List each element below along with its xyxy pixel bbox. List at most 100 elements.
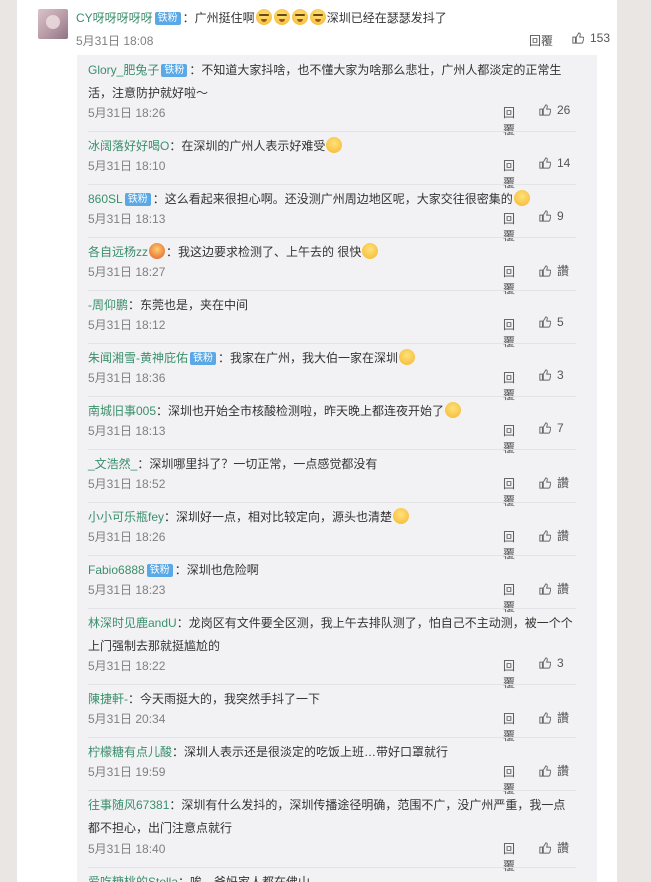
like-button[interactable]: 3 bbox=[539, 368, 564, 382]
reply-button[interactable]: 回覆 bbox=[503, 157, 519, 191]
like-button[interactable]: 讚 bbox=[539, 580, 569, 597]
heart-badge-icon bbox=[149, 243, 166, 259]
like-button[interactable]: 5 bbox=[539, 315, 564, 329]
reply-item: 南城旧事005：深圳也开始全市核酸检测啦，昨天晚上都连夜开始了 5月31日 18:… bbox=[88, 400, 576, 455]
thumbs-up-icon bbox=[539, 657, 551, 669]
reply-button[interactable]: 回覆 bbox=[503, 581, 519, 615]
like-count: 讚 bbox=[557, 264, 570, 278]
divider bbox=[88, 555, 576, 556]
thumbs-up-icon bbox=[539, 157, 551, 169]
like-count: 3 bbox=[557, 656, 564, 670]
divider bbox=[88, 502, 576, 503]
reply-button[interactable]: 回覆 bbox=[503, 210, 519, 244]
reply-user[interactable]: _文浩然_ bbox=[88, 457, 137, 471]
like-button[interactable]: 3 bbox=[539, 656, 564, 670]
like-button[interactable]: 7 bbox=[539, 421, 564, 435]
reply-user[interactable]: 860SL bbox=[88, 192, 123, 206]
reply-text-line: 各自远杨zz ：我这边要求检测了、上午去的 很快 bbox=[88, 241, 576, 264]
top-comment-user[interactable]: CY呀呀呀呀呀 bbox=[76, 11, 153, 25]
reply-user[interactable]: 小小可乐瓶fey bbox=[88, 510, 164, 524]
reply-text: ：我这边要求检测了、上午去的 很快 bbox=[166, 245, 362, 259]
reply-text: ：深圳哪里抖了？一切正常，一点感觉都没有 bbox=[137, 457, 378, 471]
reply-user[interactable]: 各自远杨zz bbox=[88, 245, 148, 259]
reply-button[interactable]: 回覆 bbox=[503, 475, 519, 509]
fan-badge: 铁粉 bbox=[154, 12, 181, 25]
reply-user[interactable]: 南城旧事005 bbox=[88, 404, 156, 418]
reply-user[interactable]: 柠檬糖有点儿酸 bbox=[88, 745, 172, 759]
divider bbox=[88, 343, 576, 344]
divider bbox=[88, 184, 576, 185]
fan-badge: 铁粉 bbox=[146, 564, 173, 577]
cry-emoji-icon bbox=[309, 9, 326, 25]
reply-user[interactable]: 爱吃糖桃的Stella bbox=[88, 875, 178, 882]
like-button[interactable]: 讚 bbox=[539, 474, 569, 491]
reply-user[interactable]: Fabio6888 bbox=[88, 563, 145, 577]
reply-text-line: 冰阔落好好喝O：在深圳的广州人表示好难受 bbox=[88, 135, 576, 158]
reply-time: 5月31日 18:52 bbox=[88, 477, 166, 491]
cry-emoji-icon bbox=[255, 9, 272, 25]
reply-button[interactable]: 回覆 bbox=[503, 422, 519, 456]
reply-button[interactable]: 回覆 bbox=[503, 316, 519, 350]
reply-text: ：深圳人表示还是很淡定的吃饭上班…带好口罩就行 bbox=[172, 745, 449, 759]
reply-text-line: 860SL 铁粉 ：这么看起来很担心啊。还没测广州周边地区呢，大家交往很密集的 bbox=[88, 188, 576, 211]
reply-user[interactable]: -周仰鹏 bbox=[88, 298, 128, 312]
like-button[interactable]: 讚 bbox=[539, 839, 569, 856]
reply-text: ：在深圳的广州人表示好难受 bbox=[169, 139, 326, 153]
reply-button[interactable]: 回覆 bbox=[503, 657, 519, 691]
reply-list: Glory_肥兔子 铁粉 ：不知道大家抖啥，也不懂大家为啥那么悲壮，广州人都淡定的正… bbox=[77, 55, 597, 882]
reply-button[interactable]: 回覆 bbox=[503, 840, 519, 874]
reply-button[interactable]: 回覆 bbox=[503, 763, 519, 797]
reply-time: 5月31日 19:59 bbox=[88, 765, 166, 779]
reply-user[interactable]: 林深时见鹿andU bbox=[88, 616, 177, 630]
like-count: 讚 bbox=[557, 711, 570, 725]
comment-card: CY呀呀呀呀呀 铁粉 ：广州挺住啊 深圳已经在瑟瑟发抖了 5月31日 18:08 回覆… bbox=[17, 0, 617, 882]
reply-button[interactable]: 回覆 bbox=[503, 263, 519, 297]
reply-button[interactable]: 回覆 bbox=[503, 528, 519, 562]
reply-item: _文浩然_：深圳哪里抖了？一切正常，一点感觉都没有 5月31日 18:52 回覆 讚 bbox=[88, 453, 576, 508]
reply-button[interactable]: 回覆 bbox=[503, 104, 519, 138]
reply-text: ：这么看起来很担心啊。还没测广州周边地区呢，大家交往很密集的 bbox=[152, 192, 513, 206]
thumbs-up-icon bbox=[539, 210, 551, 222]
reply-user[interactable]: 冰阔落好好喝O bbox=[88, 139, 169, 153]
avatar[interactable] bbox=[38, 9, 68, 39]
reply-button[interactable]: 回覆 bbox=[503, 710, 519, 744]
reply-user[interactable]: 陳捷軒- bbox=[88, 692, 128, 706]
reply-text-line: 小小可乐瓶fey：深圳好一点，相对比较定向，源头也清楚 bbox=[88, 506, 576, 529]
reply-time: 5月31日 18:10 bbox=[88, 159, 166, 173]
thumbs-up-icon bbox=[539, 583, 551, 595]
like-button[interactable]: 9 bbox=[539, 209, 564, 223]
emoji-icon bbox=[362, 243, 379, 259]
like-count: 讚 bbox=[557, 841, 570, 855]
like-button[interactable]: 讚 bbox=[539, 262, 569, 279]
like-count: 讚 bbox=[557, 476, 570, 490]
top-comment-time: 5月31日 18:08 bbox=[76, 34, 154, 48]
like-button[interactable]: 153 bbox=[572, 31, 610, 45]
reply-text-line: 柠檬糖有点儿酸：深圳人表示还是很淡定的吃饭上班…带好口罩就行 bbox=[88, 741, 576, 764]
reply-user[interactable]: 往事随风67381 bbox=[88, 798, 169, 812]
reply-text-line: 林深时见鹿andU：龙岗区有文件要全区测，我上午去排队测了，怕自己不主动测，被一… bbox=[88, 612, 576, 658]
reply-item: 往事随风67381：深圳有什么发抖的，深圳传播途径明确，范围不广，没广州严重，我… bbox=[88, 794, 576, 873]
reply-text: ：深圳也危险啊 bbox=[174, 563, 259, 577]
divider bbox=[88, 608, 576, 609]
reply-text-line: 朱闻湘雪-黄神庇佑 铁粉 ：我家在广州，我大伯一家在深圳 bbox=[88, 347, 576, 370]
reply-button[interactable]: 回覆 bbox=[503, 369, 519, 403]
thumbs-up-icon bbox=[572, 32, 584, 44]
reply-item: 爱吃糖桃的Stella：唉，爸妈家人都在佛山 bbox=[88, 871, 576, 882]
fan-badge: 铁粉 bbox=[190, 352, 216, 365]
divider bbox=[88, 737, 576, 738]
reply-button[interactable]: 回覆 bbox=[529, 32, 553, 49]
reply-time: 5月31日 18:13 bbox=[88, 424, 166, 438]
divider bbox=[88, 790, 576, 791]
top-comment: CY呀呀呀呀呀 铁粉 ：广州挺住啊 深圳已经在瑟瑟发抖了 5月31日 18:08 回覆… bbox=[36, 0, 611, 52]
like-button[interactable]: 讚 bbox=[539, 762, 569, 779]
divider bbox=[88, 131, 576, 132]
like-button[interactable]: 26 bbox=[539, 103, 570, 117]
like-button[interactable]: 14 bbox=[539, 156, 570, 170]
like-button[interactable]: 讚 bbox=[539, 709, 569, 726]
reply-text: ：东莞也是，夹在中间 bbox=[128, 298, 249, 312]
thumbs-up-icon bbox=[539, 842, 551, 854]
reply-user[interactable]: 朱闻湘雪-黄神庇佑 bbox=[88, 351, 188, 365]
reply-user[interactable]: Glory_肥兔子 bbox=[88, 63, 159, 77]
emoji-icon bbox=[399, 349, 416, 365]
like-button[interactable]: 讚 bbox=[539, 527, 569, 544]
